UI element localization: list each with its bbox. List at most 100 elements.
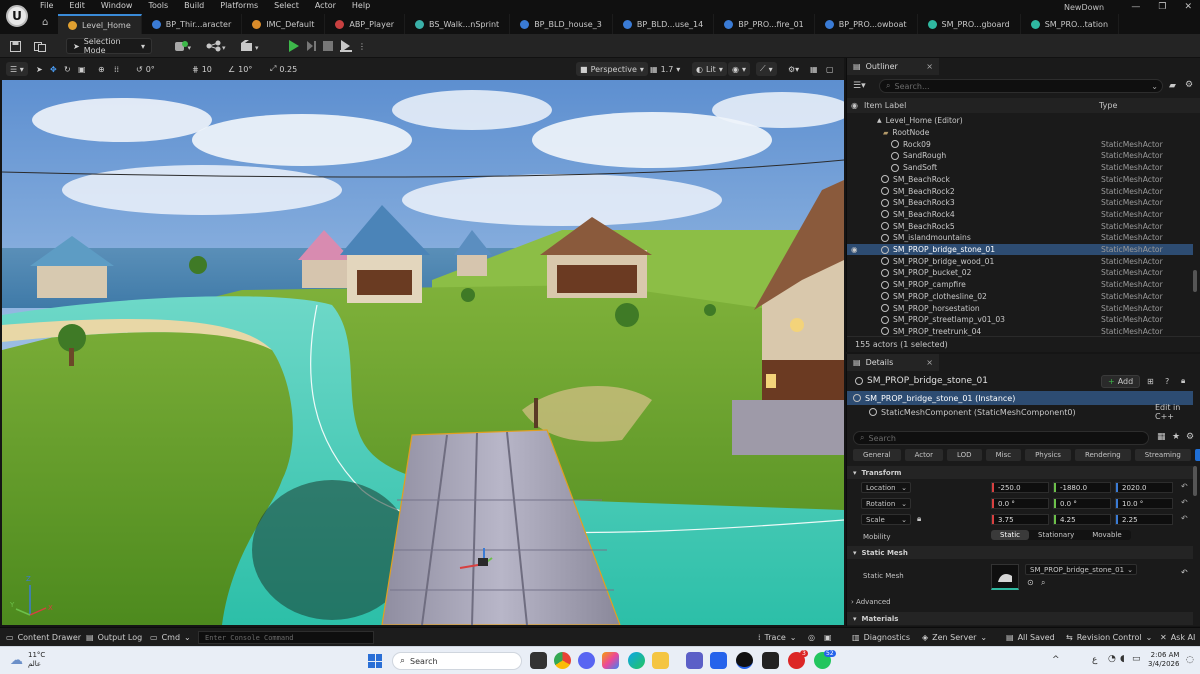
item-label-header[interactable]: Item Label <box>864 101 906 110</box>
outliner-row[interactable]: SM_BeachRock5 StaticMeshActor <box>847 220 1193 232</box>
scale-lock-icon[interactable]: 🔒︎ <box>917 514 921 524</box>
outliner-row[interactable]: SM_PROP_clothesline_02 StaticMeshActor <box>847 291 1193 303</box>
revision-control-dropdown[interactable]: ⇆ Revision Control ⌄ <box>1066 631 1152 644</box>
favorite-star-icon[interactable]: ★ <box>1172 432 1180 442</box>
details-actor-name[interactable]: SM_PROP_bridge_stone_01 <box>867 376 988 386</box>
diagnostics-button[interactable]: ▥ Diagnostics <box>852 631 910 644</box>
outliner-row[interactable]: SM_PROP_bridge_wood_01 StaticMeshActor <box>847 255 1193 267</box>
language-indicator[interactable]: ع <box>1092 655 1097 665</box>
filter-tab-physics[interactable]: Physics <box>1025 449 1071 461</box>
document-tab[interactable]: Level_Home <box>58 14 142 34</box>
store-icon[interactable] <box>710 652 727 669</box>
filter-tab-misc[interactable]: Misc <box>985 449 1022 461</box>
file-explorer-icon[interactable] <box>652 652 669 669</box>
battery-icon[interactable]: ▭ <box>1132 654 1141 664</box>
static-mesh-section-header[interactable]: ▾ Static Mesh <box>847 546 1193 559</box>
volume-icon[interactable]: ◖ <box>1120 654 1125 664</box>
settings-icon[interactable]: ⚙ <box>1185 80 1193 90</box>
grid-snap-toggle[interactable]: ⋕ 10 <box>188 62 216 76</box>
lock-icon[interactable]: 🔒︎ <box>1181 376 1185 386</box>
outliner-row[interactable]: SandSoft StaticMeshActor <box>847 162 1193 174</box>
scale-z-field[interactable]: 2.25 <box>1115 514 1173 525</box>
lighting-dropdown[interactable]: ◐ Lit ▾ <box>692 62 727 76</box>
document-tab[interactable]: SM_PRO...tation <box>1021 14 1120 34</box>
camera-capture-icon[interactable]: ▣ <box>824 631 832 644</box>
outliner-row[interactable]: Rock09 StaticMeshActor <box>847 138 1193 150</box>
instance-row[interactable]: SM_PROP_bridge_stone_01 (Instance) <box>847 391 1193 405</box>
filter-tab-actor[interactable]: Actor <box>904 449 944 461</box>
cmd-dropdown[interactable]: ▭ Cmd ⌄ <box>150 631 191 644</box>
outliner-row[interactable]: ▰ RootNode <box>847 127 1193 139</box>
blueprint-icon[interactable]: ⊞ <box>1147 377 1154 386</box>
rotation-snap-a[interactable]: ↺ 0° <box>132 62 159 76</box>
details-search-input[interactable]: ⌕ Search <box>853 431 1149 445</box>
mobility-option-static[interactable]: Static <box>991 530 1030 540</box>
scalability-dropdown[interactable]: ⟋ ▾ <box>756 62 777 76</box>
menu-window[interactable]: Window <box>93 0 141 14</box>
menu-file[interactable]: File <box>32 0 61 14</box>
outliner-row[interactable]: SM_islandmountains StaticMeshActor <box>847 232 1193 244</box>
mesh-thumbnail[interactable] <box>991 564 1019 590</box>
details-scrollbar[interactable] <box>1193 466 1197 496</box>
content-browser-icon[interactable] <box>34 38 46 54</box>
more-options-icon[interactable]: ⋮ <box>358 38 366 54</box>
location-y-field[interactable]: -1880.0 <box>1053 482 1111 493</box>
outliner-search-input[interactable]: ⌕ Search... ⌄ <box>879 79 1163 93</box>
clock[interactable]: 2:06 AM 3/4/2026 <box>1148 651 1179 669</box>
trace-dropdown[interactable]: ⁞ Trace ⌄ <box>758 631 796 644</box>
materials-section-header[interactable]: ▾ Materials <box>847 612 1193 625</box>
visibility-icon[interactable]: ◉ <box>851 101 858 110</box>
play-button[interactable] <box>288 38 300 54</box>
scale-tool-icon[interactable]: ▣ <box>74 62 90 76</box>
scale-x-field[interactable]: 3.75 <box>991 514 1049 525</box>
teams-icon[interactable] <box>686 652 703 669</box>
add-actor-icon[interactable]: ▾ <box>174 38 192 54</box>
console-input[interactable]: Enter Console Command <box>198 631 374 644</box>
advanced-row[interactable]: › Advanced <box>851 598 891 606</box>
reset-arrow-icon[interactable]: ↶ <box>1181 498 1188 507</box>
outliner-row[interactable]: ▲ Level_Home (Editor) <box>847 115 1193 127</box>
home-icon[interactable]: ⌂ <box>42 17 48 28</box>
outliner-row[interactable]: SM_PROP_streetlamp_v01_03 StaticMeshActor <box>847 314 1193 326</box>
eject-button[interactable] <box>340 38 352 54</box>
rotation-dropdown[interactable]: Rotation ⌄ <box>861 498 911 509</box>
cinematics-icon[interactable]: ▾ <box>240 38 262 54</box>
reset-arrow-icon[interactable]: ↶ <box>1181 514 1188 523</box>
settings-icon[interactable]: ⚙ <box>1186 432 1194 442</box>
help-icon[interactable]: ? <box>1165 377 1169 386</box>
edge-icon[interactable] <box>628 652 645 669</box>
network-icon[interactable]: ◔ <box>1108 654 1116 664</box>
outliner-row[interactable]: ◉ SM_PROP_bridge_stone_01 StaticMeshActor <box>847 243 1193 256</box>
rotation-z-field[interactable]: 10.0 ° <box>1115 498 1173 509</box>
reset-arrow-icon[interactable]: ↶ <box>1181 568 1188 577</box>
blueprint-icon[interactable]: ▾ <box>206 38 228 54</box>
document-tab[interactable]: BP_PRO...owboat <box>815 14 918 34</box>
use-selected-icon[interactable]: ⊙ <box>1027 578 1034 587</box>
outliner-row[interactable]: SandRough StaticMeshActor <box>847 150 1193 162</box>
ask-ai-button[interactable]: ✕ Ask AI <box>1160 631 1195 644</box>
chrome-icon[interactable] <box>554 652 571 669</box>
select-tool-icon[interactable]: ➤ <box>32 62 47 76</box>
document-tab[interactable]: BP_BLD_house_3 <box>510 14 613 34</box>
rotate-tool-icon[interactable]: ↻ <box>60 62 75 76</box>
visibility-eye-icon[interactable]: ◉ <box>851 245 858 254</box>
filter-tab-rendering[interactable]: Rendering <box>1074 449 1131 461</box>
outliner-row[interactable]: SM_BeachRock2 StaticMeshActor <box>847 185 1193 197</box>
menu-build[interactable]: Build <box>176 0 212 14</box>
mobility-option-stationary[interactable]: Stationary <box>1029 530 1083 540</box>
notifications-bell-icon[interactable]: ◌ <box>1186 655 1194 665</box>
outliner-row[interactable]: SM_PROP_horsestation StaticMeshActor <box>847 302 1193 314</box>
discord-icon[interactable] <box>578 652 595 669</box>
taskbar-search-box[interactable]: ⌕ Search <box>392 652 522 670</box>
outliner-row[interactable]: SM_BeachRock4 StaticMeshActor <box>847 209 1193 221</box>
content-drawer-button[interactable]: ▭ Content Drawer <box>6 631 81 644</box>
output-log-button[interactable]: ▤ Output Log <box>86 631 142 644</box>
type-header[interactable]: Type <box>1099 101 1117 110</box>
menu-help[interactable]: Help <box>344 0 378 14</box>
document-tab[interactable]: BS_Walk...nSprint <box>405 14 511 34</box>
surface-snap-icon[interactable]: ⁞⁞ <box>110 62 123 76</box>
settings-icon[interactable]: ⚙▾ <box>784 62 803 76</box>
camera-speed-dropdown[interactable]: ▦ 1.7 ▾ <box>646 62 684 76</box>
menu-select[interactable]: Select <box>266 0 307 14</box>
layout-icon[interactable]: ▦ <box>806 62 822 76</box>
